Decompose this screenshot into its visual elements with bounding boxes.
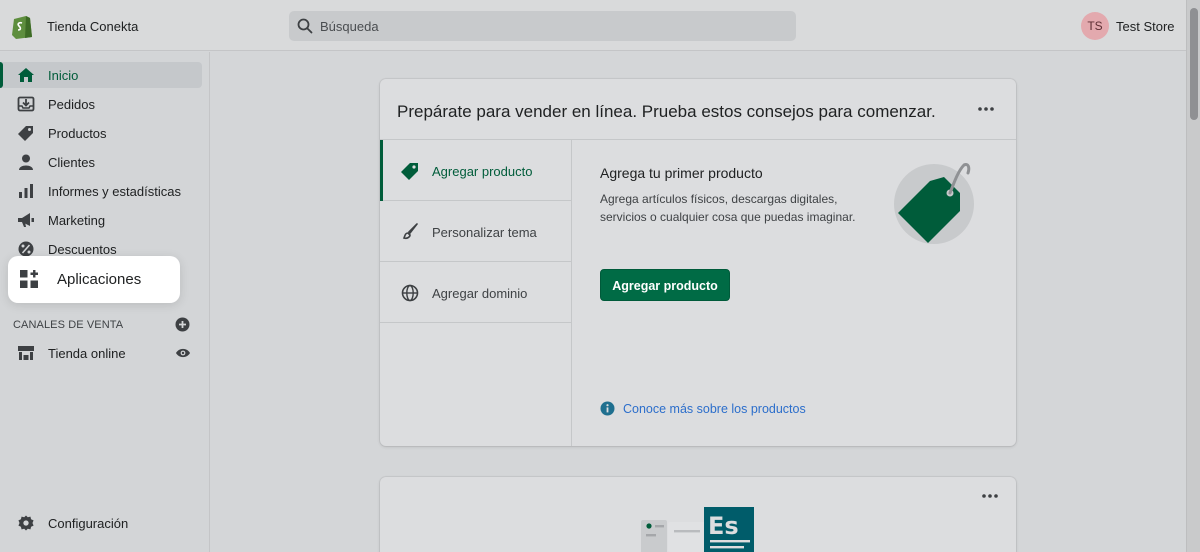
search-placeholder: Búsqueda (320, 19, 379, 34)
sidebar-item-label: Tienda online (48, 346, 126, 361)
sidebar-item-label: Descuentos (48, 242, 117, 257)
add-circle-icon[interactable] (175, 317, 190, 332)
orders-icon (17, 96, 35, 112)
sidebar-item-label: Inicio (48, 68, 79, 83)
sidebar-item-label: Productos (48, 126, 107, 141)
store-name[interactable]: Tienda Conekta (47, 19, 138, 34)
sidebar-item-productos[interactable]: Productos (0, 120, 202, 146)
scrollbar-thumb[interactable] (1190, 8, 1198, 120)
tab-agregar-producto[interactable]: Agregar producto (380, 140, 571, 201)
add-product-button[interactable]: Agregar producto (600, 269, 730, 301)
shopify-logo-icon[interactable] (11, 13, 33, 39)
tab-label: Agregar producto (432, 164, 533, 179)
learn-more-text: Conoce más sobre los productos (623, 401, 806, 416)
search-icon (297, 18, 313, 34)
sidebar-item-label: Pedidos (48, 97, 95, 112)
avatar[interactable]: TS (1081, 12, 1109, 40)
tag-icon (18, 126, 33, 141)
sidebar-item-label: Clientes (48, 155, 95, 170)
sidebar-item-label: Configuración (48, 516, 129, 531)
tab-agregar-dominio[interactable]: Agregar dominio (380, 262, 571, 323)
bar-chart-icon (19, 184, 33, 198)
megaphone-icon (18, 213, 34, 227)
person-icon (19, 154, 33, 170)
card-title: Prepárate para vender en línea. Prueba e… (397, 102, 936, 121)
sidebar-item-configuracion[interactable]: Configuración (0, 510, 202, 536)
search-bar[interactable]: Búsqueda (289, 11, 796, 41)
sidebar-item-aplicaciones[interactable]: Aplicaciones (8, 256, 180, 303)
pane-title: Agrega tu primer producto (600, 165, 763, 181)
tab-label: Personalizar tema (432, 225, 537, 240)
setup-tabs: Agregar producto Personalizar tema Agreg… (380, 140, 572, 446)
user-name[interactable]: Test Store (1116, 19, 1175, 34)
sidebar-item-label: Aplicaciones (57, 271, 142, 288)
apps-icon (20, 270, 38, 288)
language-illustration: Es (641, 507, 754, 552)
sidebar-item-label: Marketing (48, 213, 106, 228)
eye-icon[interactable] (175, 347, 191, 359)
language-code: Es (708, 512, 739, 540)
setup-guide-card: Prepárate para vender en línea. Prueba e… (380, 79, 1016, 446)
home-icon (18, 68, 34, 82)
tab-personalizar-tema[interactable]: Personalizar tema (380, 201, 571, 262)
page-scrollbar[interactable] (1186, 0, 1200, 552)
sidebar-item-inicio[interactable]: Inicio (0, 62, 202, 88)
more-actions-icon[interactable] (978, 107, 994, 111)
sidebar: Inicio Pedidos Productos Clientes Inform… (0, 52, 210, 552)
globe-icon (401, 284, 419, 302)
brush-icon (402, 223, 418, 240)
sidebar-item-marketing[interactable]: Marketing (0, 207, 202, 233)
store-icon (18, 346, 34, 360)
product-tag-illustration (894, 163, 974, 244)
sidebar-item-tienda-online[interactable]: Tienda online (0, 340, 202, 366)
learn-more-link[interactable]: Conoce más sobre los productos (600, 401, 806, 416)
tag-icon (401, 163, 418, 180)
discount-icon (18, 241, 34, 257)
top-bar: Tienda Conekta Búsqueda TS Test Store (0, 0, 1186, 51)
gear-icon (18, 515, 34, 531)
sidebar-item-label: Informes y estadísticas (48, 184, 181, 199)
more-actions-icon[interactable] (982, 494, 998, 498)
sidebar-item-informes[interactable]: Informes y estadísticas (0, 178, 202, 204)
sidebar-item-pedidos[interactable]: Pedidos (0, 91, 202, 117)
secondary-card: Es (380, 477, 1016, 552)
info-icon (600, 401, 615, 416)
sidebar-item-clientes[interactable]: Clientes (0, 149, 202, 175)
tab-label: Agregar dominio (432, 286, 528, 301)
sales-channels-heading: CANALES DE VENTA (13, 319, 124, 331)
pane-description: Agrega artículos físicos, descargas digi… (600, 192, 856, 224)
